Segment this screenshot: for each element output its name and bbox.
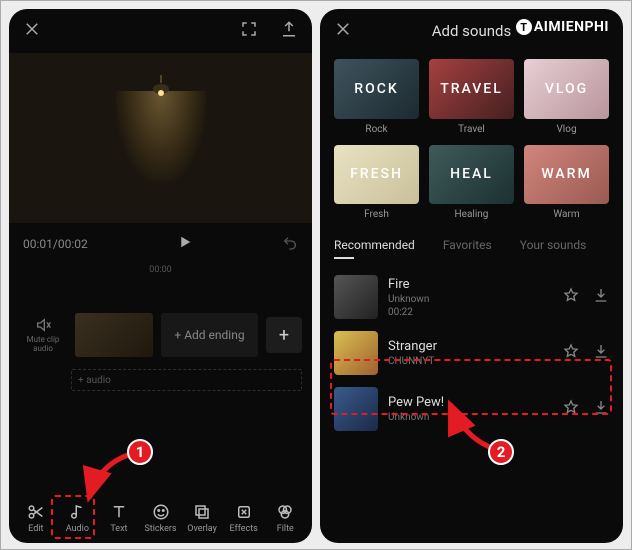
track-info: Stranger CHUNNYT	[388, 339, 553, 367]
tab-recommended[interactable]: Recommended	[334, 238, 415, 259]
add-ending-button[interactable]: + Add ending	[161, 313, 258, 357]
category-vlog[interactable]: VLOG Vlog	[524, 59, 609, 135]
category-overlay-text: ROCK	[334, 59, 419, 119]
audio-track-placeholder[interactable]: + audio	[71, 369, 302, 391]
category-overlay-text: FRESH	[334, 145, 419, 205]
category-label: Vlog	[524, 124, 609, 135]
category-rock[interactable]: ROCK Rock	[334, 59, 419, 135]
download-icon[interactable]	[593, 287, 609, 307]
track-thumbnail	[334, 387, 378, 431]
audio-button[interactable]: Audio	[57, 503, 99, 534]
favorite-icon[interactable]	[563, 287, 579, 307]
track-title: Stranger	[388, 339, 553, 354]
toolbar-label: Audio	[66, 524, 89, 534]
timecode: 00:01/00:02	[23, 237, 88, 251]
export-icon[interactable]	[280, 20, 298, 42]
track-title: Pew Pew!	[388, 395, 553, 410]
track-row[interactable]: Stranger CHUNNYT	[330, 325, 613, 381]
track-thumbnail	[334, 275, 378, 319]
category-label: Fresh	[334, 209, 419, 220]
track-row[interactable]: Pew Pew! Unknown	[330, 381, 613, 437]
page-title: Add sounds	[432, 22, 511, 40]
category-label: Healing	[429, 209, 514, 220]
toolbar-label: Effects	[230, 524, 258, 534]
toolbar-label: Overlay	[187, 524, 217, 534]
category-overlay-text: HEAL	[429, 145, 514, 205]
tutorial-callout-1: 1	[127, 439, 153, 465]
fullscreen-icon[interactable]	[240, 20, 258, 42]
filters-button[interactable]: Filte	[264, 503, 306, 534]
toolbar-label: Text	[110, 524, 127, 534]
toolbar-label: Filte	[277, 524, 294, 534]
category-label: Travel	[429, 124, 514, 135]
bottom-toolbar: Edit Audio Text Stickers Overlay Effects Filte	[9, 493, 312, 543]
category-grid: ROCK Rock TRAVEL Travel VLOG Vlog FRESH Fresh HE…	[320, 53, 623, 230]
undo-icon[interactable]	[282, 235, 298, 254]
download-icon[interactable]	[593, 399, 609, 419]
category-travel[interactable]: TRAVEL Travel	[429, 59, 514, 135]
video-track-row: Mute clip audio + Add ending +	[9, 311, 312, 359]
playback-bar: 00:01/00:02	[9, 223, 312, 265]
track-duration: 00:22	[388, 307, 553, 318]
category-overlay-text: VLOG	[524, 59, 609, 119]
category-label: Warm	[524, 209, 609, 220]
tutorial-callout-2: 2	[488, 439, 514, 465]
tab-your-sounds[interactable]: Your sounds	[520, 238, 587, 259]
sound-tabs: Recommended Favorites Your sounds	[320, 230, 623, 259]
toolbar-label: Stickers	[144, 524, 176, 534]
track-info: Fire Unknown 00:22	[388, 277, 553, 318]
watermark: TAIMIENPHI	[516, 19, 609, 35]
track-info: Pew Pew! Unknown	[388, 395, 553, 423]
timeline-ruler: 00:00	[9, 265, 312, 281]
close-icon[interactable]	[334, 20, 352, 42]
track-row[interactable]: Fire Unknown 00:22	[330, 269, 613, 325]
editor-topbar	[9, 9, 312, 53]
favorite-icon[interactable]	[563, 343, 579, 363]
tab-favorites[interactable]: Favorites	[443, 238, 492, 259]
category-warm[interactable]: WARM Warm	[524, 145, 609, 221]
track-title: Fire	[388, 277, 553, 292]
close-icon[interactable]	[23, 20, 41, 42]
category-overlay-text: TRAVEL	[429, 59, 514, 119]
edit-button[interactable]: Edit	[15, 503, 57, 534]
video-clip-thumbnail[interactable]	[75, 313, 153, 357]
video-editor-screen: 00:01/00:02 00:00 Mute clip audio + Add …	[9, 9, 312, 543]
track-artist: Unknown	[388, 412, 553, 423]
add-sounds-screen: Add sounds ROCK Rock TRAVEL Travel VLOG Vlog F…	[320, 9, 623, 543]
track-artist: CHUNNYT	[388, 356, 553, 367]
track-artist: Unknown	[388, 294, 553, 305]
overlay-button[interactable]: Overlay	[181, 503, 223, 534]
video-preview[interactable]	[9, 53, 312, 223]
text-button[interactable]: Text	[98, 503, 140, 534]
track-list: Fire Unknown 00:22 Stranger CHUNNYT Pew Pew! U…	[320, 259, 623, 437]
category-label: Rock	[334, 124, 419, 135]
track-thumbnail	[334, 331, 378, 375]
effects-button[interactable]: Effects	[223, 503, 265, 534]
favorite-icon[interactable]	[563, 399, 579, 419]
category-healing[interactable]: HEAL Healing	[429, 145, 514, 221]
toolbar-label: Edit	[28, 524, 43, 534]
add-clip-button[interactable]: +	[266, 317, 302, 353]
mute-clip-button[interactable]: Mute clip audio	[19, 317, 67, 353]
category-fresh[interactable]: FRESH Fresh	[334, 145, 419, 221]
stickers-button[interactable]: Stickers	[140, 503, 182, 534]
category-overlay-text: WARM	[524, 145, 609, 205]
download-icon[interactable]	[593, 343, 609, 363]
play-icon[interactable]	[176, 233, 194, 255]
